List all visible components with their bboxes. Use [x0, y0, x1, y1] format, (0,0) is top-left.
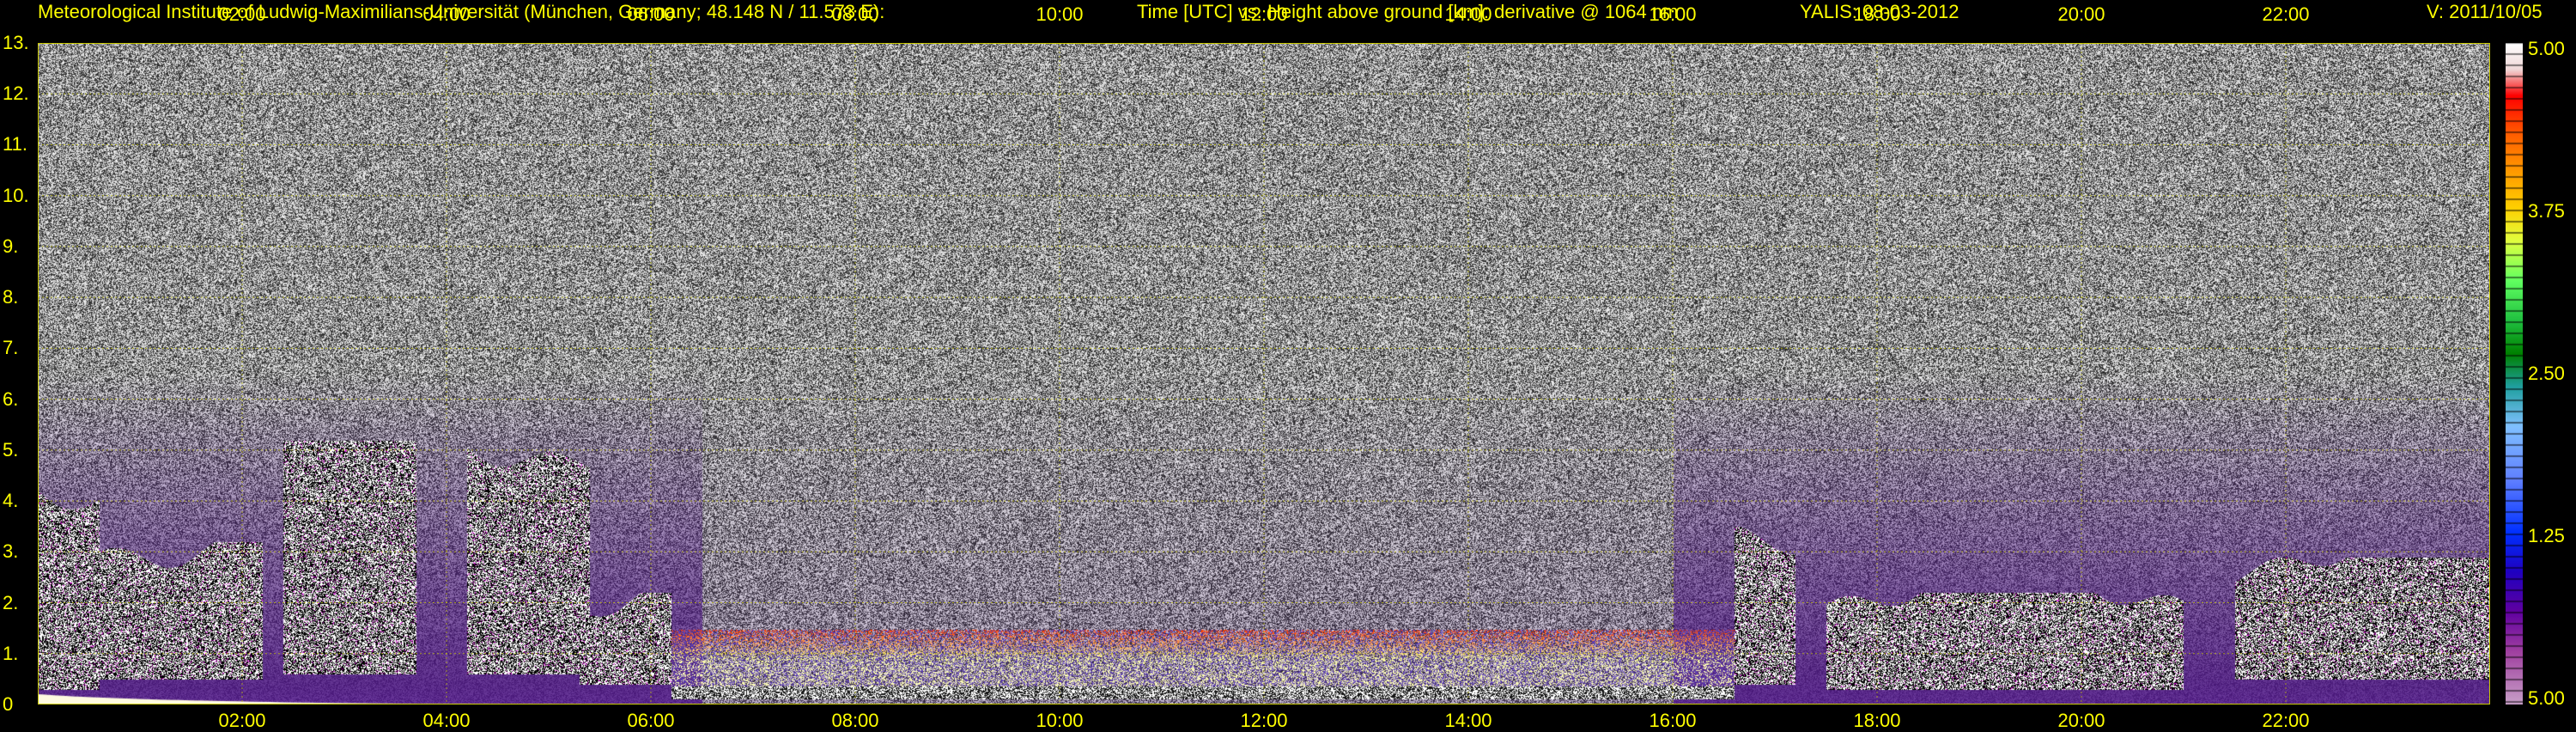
y-tick-0: 0: [3, 693, 14, 715]
x-tick-top-4: 10:00: [1036, 3, 1084, 25]
y-tick-10: 10.: [3, 184, 29, 206]
y-tick-13: 13.: [3, 32, 29, 53]
x-tick-bottom-0: 02:00: [218, 710, 266, 731]
lidar-heatmap: [38, 43, 2490, 705]
x-tick-top-6: 14:00: [1444, 3, 1492, 25]
y-tick-2: 2.: [3, 591, 19, 613]
x-tick-bottom-8: 18:00: [1853, 710, 1901, 731]
x-tick-bottom-3: 08:00: [831, 710, 879, 731]
x-tick-top-7: 16:00: [1649, 3, 1697, 25]
header-version: V: 2011/10/05: [2427, 1, 2543, 22]
colorbar-label-0: 5.00: [2528, 38, 2565, 59]
x-tick-top-3: 08:00: [831, 3, 879, 25]
x-tick-bottom-5: 12:00: [1240, 710, 1288, 731]
plot-grid: [38, 43, 2490, 705]
y-tick-8: 8.: [3, 286, 19, 308]
colorbar-label-3: 1.25: [2528, 525, 2565, 546]
x-tick-top-10: 22:00: [2262, 3, 2310, 25]
x-tick-bottom-7: 16:00: [1649, 710, 1697, 731]
x-tick-top-2: 06:00: [627, 3, 675, 25]
y-tick-7: 7.: [3, 337, 19, 359]
x-tick-top-0: 02:00: [218, 3, 266, 25]
colorbar-label-2: 2.50: [2528, 363, 2565, 384]
y-tick-3: 3.: [3, 540, 19, 563]
colorbar: [2506, 43, 2523, 705]
y-tick-12: 12.: [3, 82, 29, 105]
x-tick-top-5: 12:00: [1240, 3, 1288, 25]
x-tick-bottom-1: 04:00: [422, 710, 471, 731]
y-tick-6: 6.: [3, 387, 19, 410]
x-tick-bottom-9: 20:00: [2057, 710, 2105, 731]
x-tick-bottom-10: 22:00: [2262, 710, 2310, 731]
x-tick-top-8: 18:00: [1853, 3, 1901, 25]
y-tick-11: 11.: [3, 133, 27, 156]
x-tick-bottom-6: 14:00: [1444, 710, 1492, 731]
x-tick-top-9: 20:00: [2057, 3, 2105, 25]
y-tick-1: 1.: [3, 642, 19, 664]
header-axes-description: Time [UTC] vs. Height above ground [km]:…: [1137, 1, 1679, 22]
x-tick-top-1: 04:00: [422, 3, 471, 25]
colorbar-label-4: 5.00: [2528, 687, 2565, 709]
y-tick-5: 5.: [3, 438, 19, 461]
y-tick-4: 4.: [3, 490, 19, 512]
x-tick-bottom-2: 06:00: [627, 710, 675, 731]
x-tick-bottom-4: 10:00: [1036, 710, 1084, 731]
colorbar-label-1: 3.75: [2528, 200, 2565, 222]
y-tick-9: 9.: [3, 235, 19, 257]
